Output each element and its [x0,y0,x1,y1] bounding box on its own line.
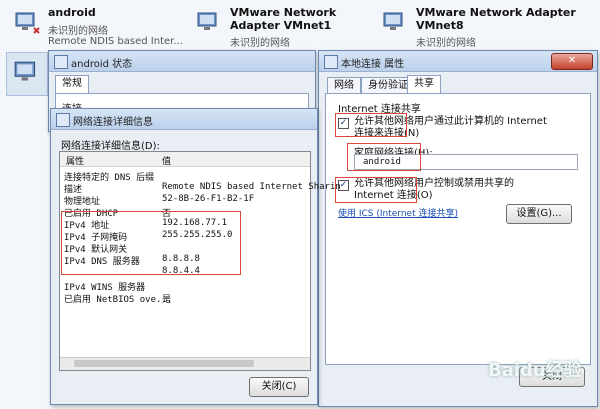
adapter-status: 未识别的网络 [230,38,290,49]
list-header: 属性 值 [60,152,310,167]
tab-general[interactable]: 常规 [55,75,89,94]
adapter-name: android [48,6,96,19]
tab-sharing[interactable]: 共享 [407,75,441,94]
adapter-vmnet8[interactable]: VMware Network Adapter VMnet8 未识别的网络 [382,4,582,49]
highlight-allow-control [335,177,417,203]
watermark: Baidu经验 [488,360,582,381]
network-adapter-icon [383,12,403,30]
adapter-name: VMware Network Adapter VMnet1 [230,6,337,32]
col-value: 值 [162,157,172,167]
window-icon [56,113,70,127]
adapter-status: 未识别的网络 [416,38,476,49]
ics-link[interactable]: 使用 ICS (Internet 连接共享) [338,206,458,219]
properties-window: 本地连接 属性 ✕ 网络 身份验证 共享 Internet 连接共享 ✓ 允许其… [318,50,598,407]
window-title: 网络连接详细信息 [73,117,153,128]
adapter-local-icon-area [6,52,48,96]
properties-titlebar: 本地连接 属性 ✕ [319,51,597,72]
window-icon [54,55,68,69]
status-titlebar: android 状态 [49,51,315,72]
adapter-description: Remote NDIS based Inter... [48,36,183,47]
adapter-android[interactable]: android 未识别的网络 Remote NDIS based Inter..… [14,4,194,48]
window-title: 本地连接 属性 [341,59,405,70]
highlight-ipv4-settings [61,211,241,275]
network-adapter-icon [14,61,36,81]
network-adapter-icon [15,12,40,34]
scrollbar-thumb[interactable] [74,360,254,367]
close-details-button[interactable]: 关闭(C) [249,377,309,397]
window-icon [324,55,338,69]
table-row: 已启用 NetBIOS ove... 是 [64,295,173,305]
horizontal-scrollbar[interactable] [60,357,310,370]
network-adapter-icon [197,12,217,30]
close-icon[interactable]: ✕ [551,53,593,70]
details-titlebar: 网络连接详细信息 [51,109,317,130]
settings-button[interactable]: 设置(G)... [506,204,572,224]
details-window: 网络连接详细信息 网络连接详细信息(D): 属性 值 连接特定的 DNS 后缀 … [50,108,341,405]
col-property: 属性 [66,157,85,167]
highlight-home-network [347,143,421,171]
adapter-name: VMware Network Adapter VMnet8 [416,6,576,32]
window-title: android 状态 [71,59,133,70]
adapter-status: 未识别的网络 [48,26,108,37]
tab-network[interactable]: 网络 [327,77,361,94]
adapter-vmnet1[interactable]: VMware Network Adapter VMnet1 未识别的网络 [196,4,376,49]
details-heading: 网络连接详细信息(D): [61,141,160,152]
highlight-allow-share [335,113,407,137]
